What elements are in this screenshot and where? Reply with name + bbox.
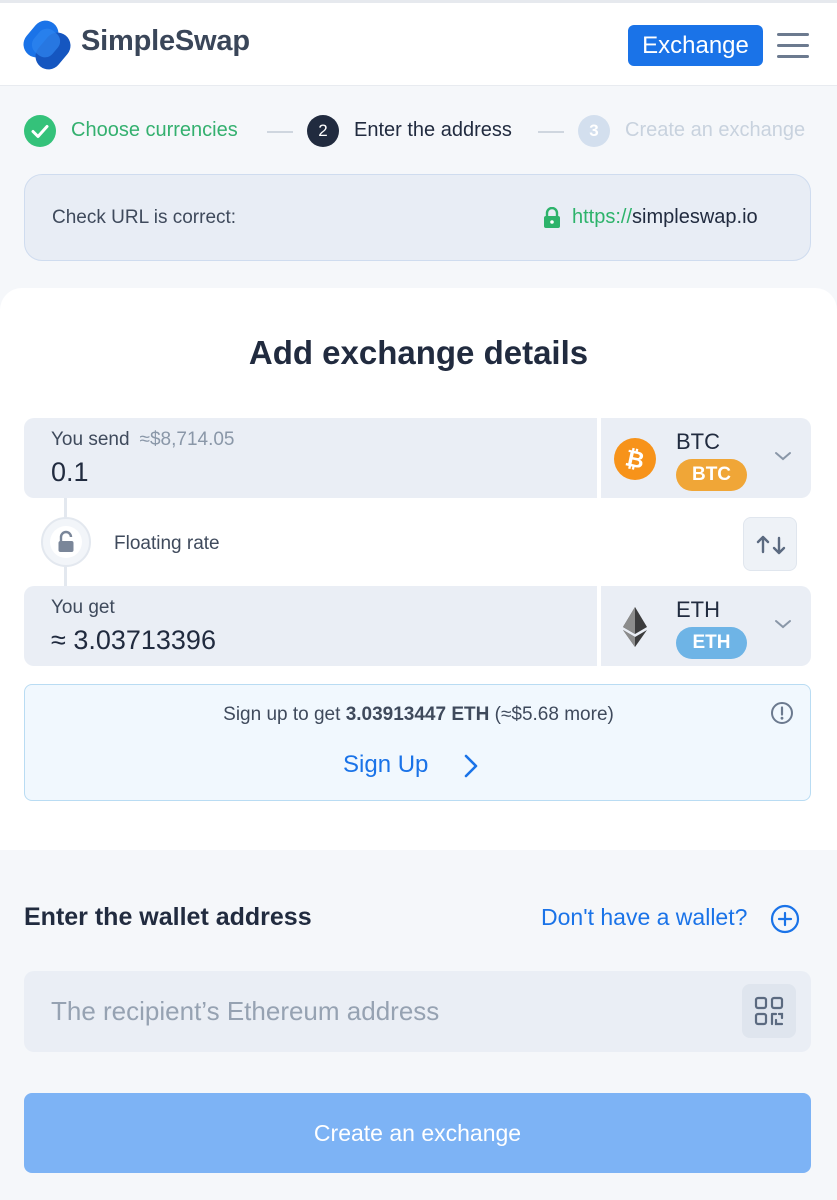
get-amount-field: You get ≈ 3.03713396: [24, 586, 597, 666]
rate-row: Floating rate: [24, 508, 811, 578]
get-currency-name: ETH: [676, 597, 720, 622]
no-wallet-link[interactable]: Don't have a wallet?: [541, 904, 747, 931]
send-label-row: You send ≈$8,714.05: [51, 429, 235, 451]
sign-up-link[interactable]: Sign Up: [343, 751, 428, 779]
unlock-icon: [58, 530, 74, 552]
brand-name[interactable]: SimpleSwap: [81, 25, 250, 58]
step-2-number: 2: [307, 115, 339, 147]
swap-arrows-icon: [756, 535, 786, 555]
get-currency-badge: ETH: [676, 627, 747, 659]
signup-suffix: (≈$5.68 more): [494, 704, 614, 725]
send-amount-field[interactable]: You send ≈$8,714.05 0.1: [24, 418, 597, 498]
wallet-address-field: [24, 971, 811, 1052]
plus-circle-icon[interactable]: [770, 904, 800, 934]
url-check-label: Check URL is correct:: [52, 207, 237, 228]
step-2-label: Enter the address: [354, 119, 512, 141]
send-currency-badge: BTC: [676, 459, 747, 491]
hamburger-menu-icon[interactable]: [777, 33, 809, 59]
card-title: Add exchange details: [248, 334, 589, 371]
simpleswap-logo-icon[interactable]: [22, 17, 72, 73]
url-text: https://simpleswap.io: [572, 206, 758, 229]
step-done-check-icon: [24, 115, 56, 147]
step-3-label: Create an exchange: [625, 119, 806, 141]
url-domain: simpleswap.io: [632, 206, 758, 228]
chevron-right-icon[interactable]: [463, 753, 479, 779]
qr-scan-button[interactable]: [742, 984, 796, 1038]
bitcoin-icon: ₿: [614, 438, 656, 480]
wallet-address-input[interactable]: [24, 971, 724, 1052]
ethereum-icon: [623, 607, 647, 647]
signup-promo-text: Sign up to get 3.03913447 ETH (≈$5.68 mo…: [25, 704, 812, 726]
get-label: You get: [51, 597, 115, 618]
send-currency-name: BTC: [676, 429, 720, 454]
exchange-button[interactable]: Exchange: [628, 25, 763, 66]
info-icon[interactable]: [770, 701, 794, 725]
step-3-number: 3: [578, 115, 610, 147]
create-exchange-button[interactable]: Create an exchange: [24, 1093, 811, 1173]
get-currency-select[interactable]: ETH ETH: [601, 586, 811, 666]
signup-amount: 3.03913447 ETH: [345, 704, 490, 725]
url-check-box: Check URL is correct: https://simpleswap…: [24, 174, 811, 261]
rate-toggle[interactable]: [41, 517, 91, 567]
swap-currencies-button[interactable]: [743, 517, 797, 571]
send-currency-select[interactable]: ₿ BTC BTC: [601, 418, 811, 498]
send-label: You send: [51, 429, 130, 450]
step-divider: [267, 131, 293, 133]
qr-code-icon: [754, 996, 784, 1026]
lock-icon: [544, 207, 560, 228]
send-amount-value[interactable]: 0.1: [51, 457, 89, 488]
progress-steps: Choose currencies 2 Enter the address 3 …: [0, 110, 837, 154]
chevron-down-icon[interactable]: [774, 450, 792, 462]
signup-promo-box: Sign up to get 3.03913447 ETH (≈$5.68 mo…: [24, 684, 811, 801]
floating-rate-label: Floating rate: [114, 533, 220, 554]
wallet-section-title: Enter the wallet address: [24, 903, 312, 931]
url-scheme: https://: [572, 206, 633, 228]
get-amount-value: ≈ 3.03713396: [51, 625, 216, 655]
send-usd-estimate: ≈$8,714.05: [139, 429, 235, 450]
header: SimpleSwap Exchange: [0, 3, 837, 86]
step-1-label: Choose currencies: [71, 119, 238, 141]
signup-prefix: Sign up to get: [223, 704, 341, 725]
step-divider: [538, 131, 564, 133]
chevron-down-icon[interactable]: [774, 618, 792, 630]
